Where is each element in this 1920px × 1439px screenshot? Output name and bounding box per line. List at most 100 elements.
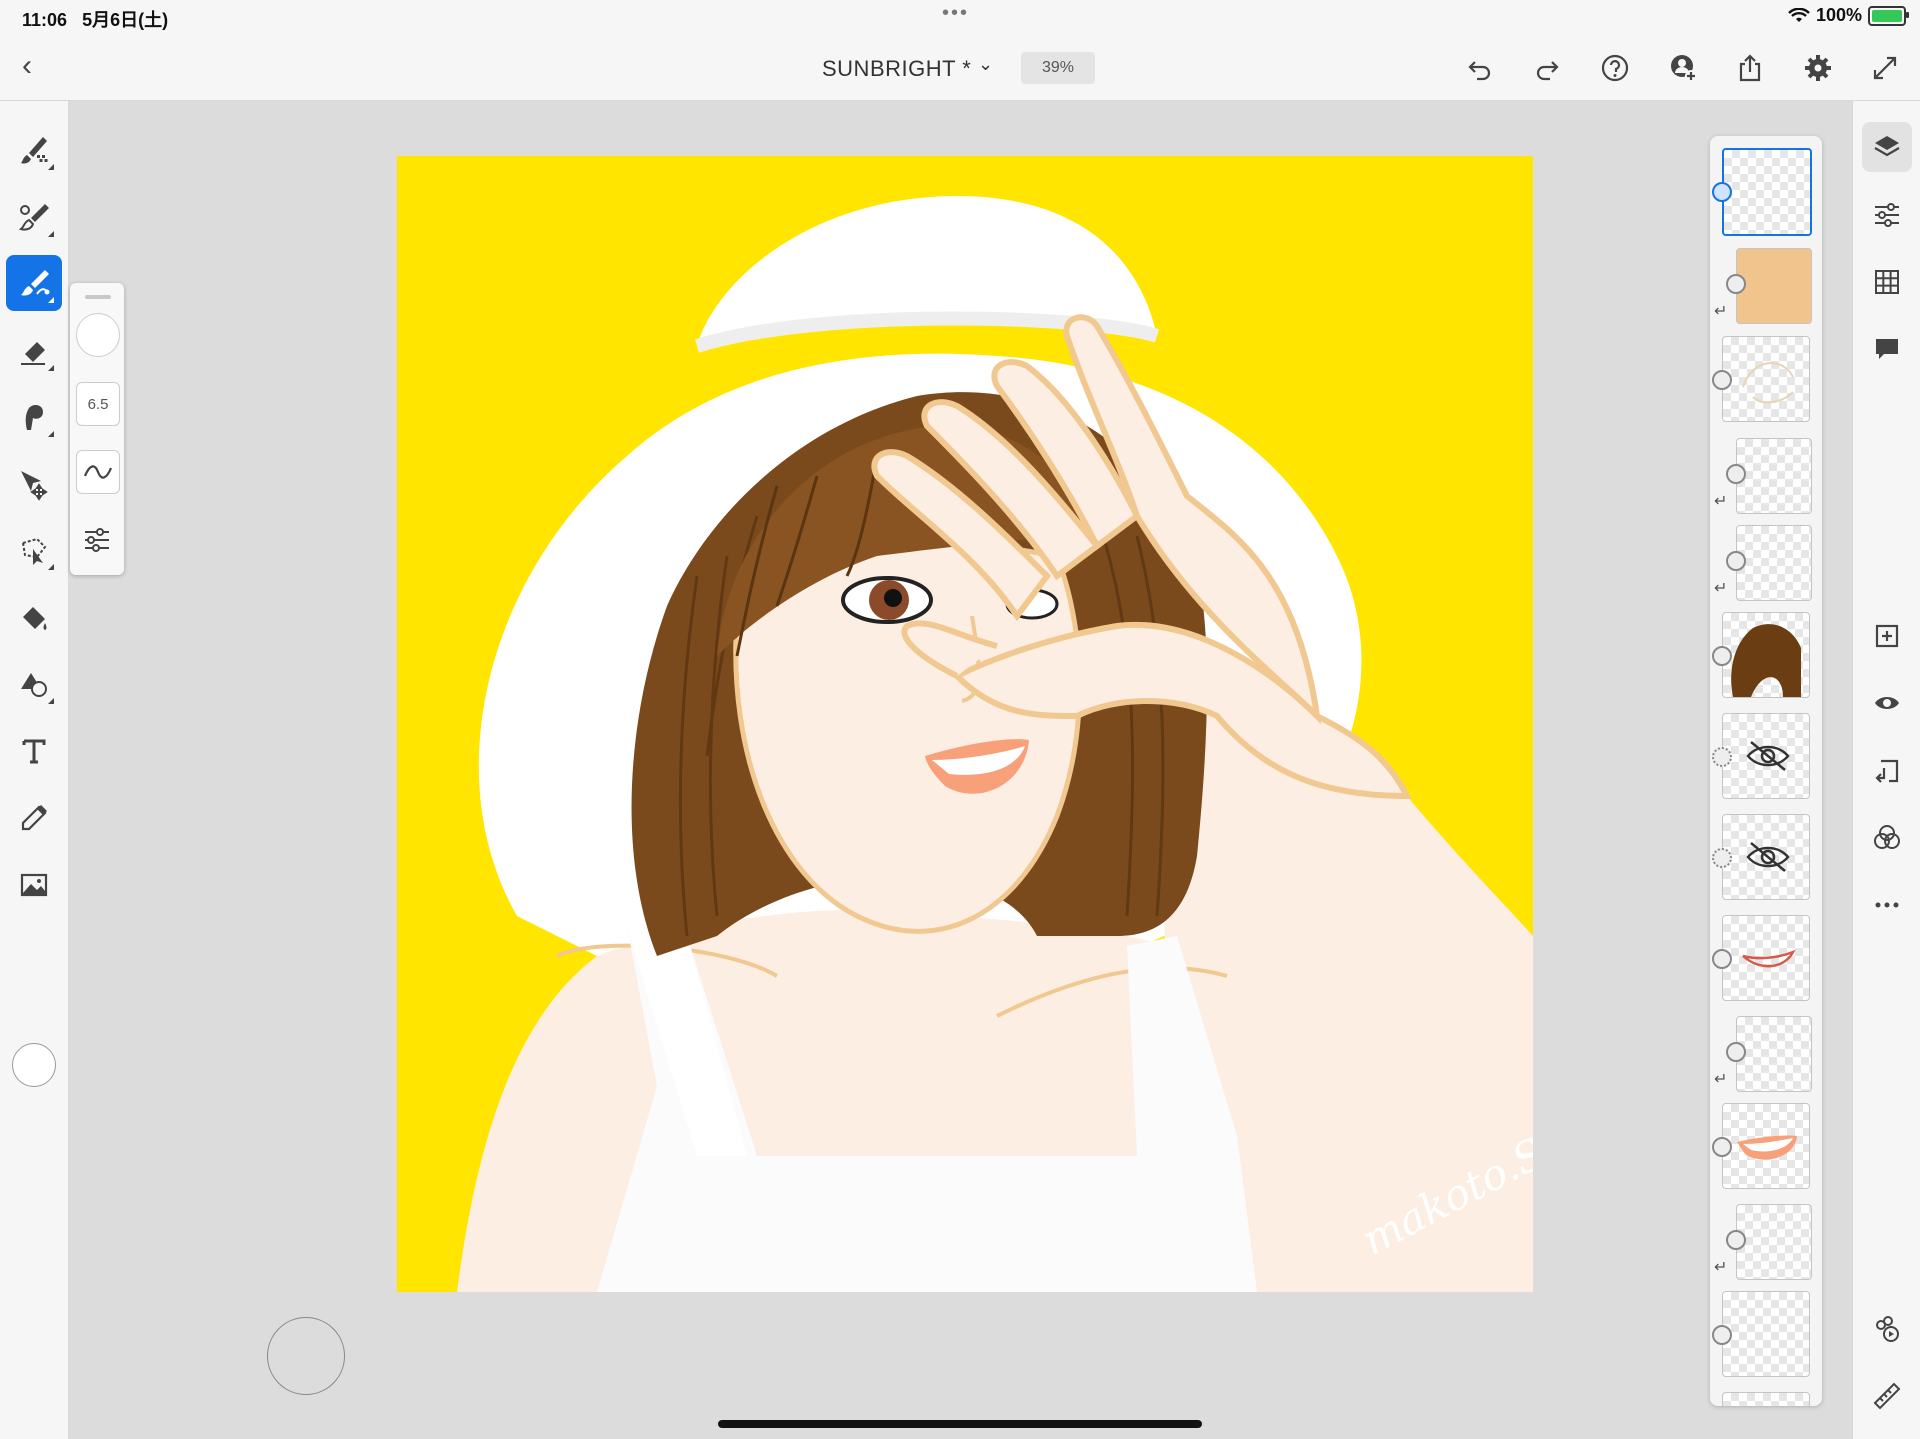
top-toolbar: ‹ SUNBRIGHT * ⌄ 39% bbox=[0, 34, 1920, 101]
comments-icon[interactable] bbox=[1862, 324, 1912, 374]
smoothing-icon[interactable] bbox=[76, 450, 120, 494]
layer-thumbnail[interactable] bbox=[1722, 336, 1810, 422]
layer-select-dot[interactable] bbox=[1712, 747, 1732, 767]
battery-percent: 100% bbox=[1815, 5, 1862, 25]
layer-thumbnail-clipped[interactable] bbox=[1736, 248, 1812, 324]
ruler-icon[interactable] bbox=[1862, 1371, 1912, 1421]
add-layer-icon[interactable] bbox=[1862, 611, 1912, 661]
clip-arrow-icon: ↵ bbox=[1714, 303, 1728, 320]
layer-thumbnail[interactable] bbox=[1722, 915, 1810, 1001]
image-icon bbox=[20, 873, 48, 897]
layer-thumbnail[interactable] bbox=[1722, 1392, 1810, 1406]
document-title[interactable]: SUNBRIGHT * bbox=[822, 56, 971, 82]
live-brush-tool[interactable] bbox=[6, 189, 62, 245]
clip-arrow-icon: ↵ bbox=[1714, 580, 1728, 597]
eye-hidden-icon bbox=[1746, 741, 1790, 771]
panel-handle[interactable] bbox=[85, 295, 111, 299]
touch-modifier-button[interactable] bbox=[267, 1317, 345, 1395]
layer-properties-icon[interactable] bbox=[1862, 190, 1912, 240]
move-icon bbox=[21, 471, 48, 501]
chevron-down-icon[interactable]: ⌄ bbox=[978, 54, 993, 75]
chevron-left-icon[interactable]: ‹ bbox=[22, 48, 48, 84]
artwork-illustration: makoto.S bbox=[397, 156, 1533, 1292]
vector-brush-icon bbox=[21, 270, 50, 296]
layer-select-dot[interactable] bbox=[1726, 464, 1746, 484]
layers-panel: ↵ ↵ ↵ ↵ ↵ bbox=[1710, 136, 1822, 1406]
status-bar: 11:06 5月6日(土) ••• 100% bbox=[0, 0, 1920, 34]
layer-select-dot[interactable] bbox=[1712, 182, 1732, 202]
layer-thumbnail[interactable] bbox=[1722, 713, 1810, 799]
transform-tool[interactable] bbox=[6, 456, 62, 512]
layer-thumbnail-clipped[interactable] bbox=[1736, 1016, 1812, 1092]
brush-settings-icon[interactable] bbox=[76, 519, 118, 561]
visibility-icon[interactable] bbox=[1862, 678, 1912, 728]
layer-thumbnail-clipped[interactable] bbox=[1736, 525, 1812, 601]
left-toolbar bbox=[0, 101, 69, 1439]
layer-select-dot[interactable] bbox=[1712, 949, 1732, 969]
brush-tip-icon[interactable] bbox=[76, 313, 120, 357]
text-tool[interactable] bbox=[6, 723, 62, 779]
eyedropper-icon bbox=[21, 805, 47, 831]
pixel-brush-tool[interactable] bbox=[6, 122, 62, 178]
fullscreen-icon[interactable] bbox=[1869, 52, 1901, 84]
layer-select-dot[interactable] bbox=[1712, 646, 1732, 666]
layer-select-dot[interactable] bbox=[1726, 1042, 1746, 1062]
settings-icon[interactable] bbox=[1802, 52, 1834, 84]
blend-icon[interactable] bbox=[1862, 813, 1912, 863]
eye-hidden-icon bbox=[1746, 842, 1790, 872]
layer-select-dot[interactable] bbox=[1726, 551, 1746, 571]
layer-select-dot[interactable] bbox=[1726, 274, 1746, 294]
layer-select-dot[interactable] bbox=[1712, 848, 1732, 868]
layer-select-dot[interactable] bbox=[1712, 370, 1732, 390]
shape-tool[interactable] bbox=[6, 656, 62, 712]
layer-select-dot[interactable] bbox=[1712, 1325, 1732, 1345]
clip-arrow-icon: ↵ bbox=[1714, 1259, 1728, 1276]
right-toolbar bbox=[1852, 101, 1920, 1439]
share-icon[interactable] bbox=[1734, 52, 1766, 84]
shapes-icon bbox=[21, 673, 47, 697]
color-swatch[interactable] bbox=[12, 1043, 56, 1087]
smudge-tool[interactable] bbox=[6, 389, 62, 445]
artwork-canvas[interactable]: makoto.S bbox=[397, 156, 1533, 1292]
paint-bucket-icon bbox=[23, 607, 47, 630]
battery-icon bbox=[1868, 5, 1909, 26]
merge-down-icon[interactable] bbox=[1862, 746, 1912, 796]
help-icon[interactable] bbox=[1599, 52, 1631, 84]
live-brush-icon bbox=[18, 204, 49, 231]
status-right: 100% bbox=[1788, 5, 1909, 26]
vector-brush-tool[interactable] bbox=[6, 255, 62, 311]
layer-thumbnail[interactable] bbox=[1722, 612, 1810, 698]
image-tool[interactable] bbox=[6, 857, 62, 913]
selection-tool[interactable] bbox=[6, 522, 62, 578]
grid-icon[interactable] bbox=[1862, 257, 1912, 307]
wifi-icon bbox=[1788, 7, 1810, 22]
layer-thumbnail-clipped[interactable] bbox=[1736, 438, 1812, 514]
brush-settings-panel: 6.5 bbox=[70, 283, 124, 575]
text-icon bbox=[22, 739, 46, 764]
fill-tool[interactable] bbox=[6, 590, 62, 646]
timelapse-icon[interactable] bbox=[1862, 1304, 1912, 1354]
home-indicator[interactable] bbox=[718, 1420, 1202, 1428]
eraser-tool[interactable] bbox=[6, 323, 62, 379]
clip-arrow-icon: ↵ bbox=[1714, 1071, 1728, 1088]
layers-icon[interactable] bbox=[1862, 122, 1912, 172]
zoom-level[interactable]: 39% bbox=[1021, 52, 1095, 84]
multitasking-dots-icon[interactable]: ••• bbox=[942, 2, 969, 25]
eyedropper-tool[interactable] bbox=[6, 790, 62, 846]
undo-icon[interactable] bbox=[1464, 52, 1496, 84]
layer-thumbnail[interactable] bbox=[1722, 1103, 1810, 1189]
layer-select-dot[interactable] bbox=[1726, 1230, 1746, 1250]
layer-thumbnail-clipped[interactable] bbox=[1736, 1204, 1812, 1280]
layer-thumbnail[interactable] bbox=[1722, 814, 1810, 900]
invite-user-icon[interactable] bbox=[1667, 52, 1699, 84]
redo-icon[interactable] bbox=[1531, 52, 1563, 84]
lasso-icon bbox=[21, 537, 47, 565]
more-icon[interactable] bbox=[1862, 880, 1912, 930]
smudge-icon bbox=[25, 404, 43, 430]
clip-arrow-icon: ↵ bbox=[1714, 493, 1728, 510]
layer-select-dot[interactable] bbox=[1712, 1137, 1732, 1157]
brush-size-value[interactable]: 6.5 bbox=[76, 382, 120, 426]
layer-thumbnail[interactable] bbox=[1722, 1291, 1810, 1377]
pixel-brush-icon bbox=[21, 137, 48, 164]
layer-thumbnail[interactable] bbox=[1722, 148, 1812, 236]
